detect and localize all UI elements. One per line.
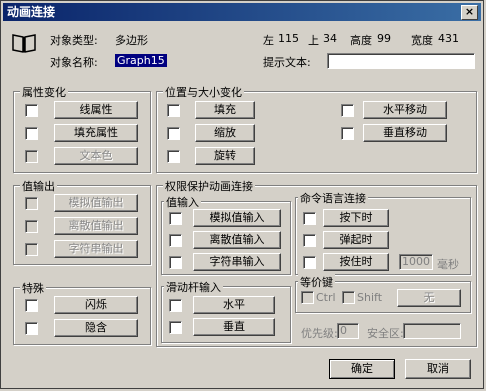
on-release-checkbox[interactable] (303, 234, 316, 247)
on-press-button[interactable]: 按下时 (323, 209, 389, 227)
top-label: 上 (308, 34, 319, 47)
width-label: 宽度 (411, 34, 433, 47)
slider-input-title: 滑动杆输入 (164, 279, 223, 295)
priority-input: 0 (337, 323, 359, 339)
while-pressed-checkbox[interactable] (303, 256, 316, 269)
interval-input: 1000 (399, 254, 433, 270)
window-title: 动画连接 (7, 5, 56, 19)
fill-checkbox[interactable] (167, 104, 180, 117)
priority-label: 优先级: (301, 327, 338, 340)
fill-property-button[interactable]: 填充属性 (54, 124, 138, 142)
ok-button[interactable]: 确定 (329, 359, 395, 379)
hotkey-select-button: 无 (397, 289, 461, 307)
vertical-slider-button[interactable]: 垂直 (193, 318, 275, 336)
fill-button[interactable]: 填充 (195, 101, 255, 119)
object-name-label: 对象名称: (50, 56, 98, 69)
blink-checkbox[interactable] (25, 299, 38, 312)
close-button[interactable]: × (461, 5, 478, 20)
analog-input-button[interactable]: 模拟值输入 (193, 209, 281, 227)
value-input-title: 值输入 (164, 194, 201, 210)
hotkey-title: 等价键 (298, 274, 335, 290)
hide-button[interactable]: 隐含 (54, 319, 138, 337)
string-input-checkbox[interactable] (169, 256, 182, 269)
on-release-button[interactable]: 弹起时 (323, 231, 389, 249)
blink-button[interactable]: 闪烁 (54, 296, 138, 314)
height-label: 高度 (350, 34, 372, 47)
hint-text-input[interactable] (327, 53, 475, 69)
ctrl-checkbox (301, 291, 314, 304)
text-color-checkbox (25, 150, 38, 163)
command-language-title: 命令语言连接 (298, 190, 368, 206)
discrete-output-button: 离散值输出 (54, 217, 138, 235)
hint-text-label: 提示文本: (263, 56, 311, 69)
on-press-checkbox[interactable] (303, 212, 316, 225)
text-color-button: 文本色 (54, 147, 138, 165)
discrete-input-button[interactable]: 离散值输入 (193, 231, 281, 249)
value-output-title: 值输出 (20, 178, 57, 194)
object-type-value: 多边形 (115, 34, 148, 47)
animation-link-dialog: 动画连接 × 对象类型: 多边形 对象名称: Graph15 左 115 上 3… (0, 0, 484, 389)
top-value: 34 (323, 32, 337, 45)
width-value: 431 (438, 32, 459, 45)
horizontal-slider-button[interactable]: 水平 (193, 296, 275, 314)
vertical-move-button[interactable]: 垂直移动 (363, 124, 447, 142)
permission-group-title: 权限保护动画连接 (163, 178, 255, 194)
vertical-move-checkbox[interactable] (341, 127, 354, 140)
discrete-output-checkbox (25, 220, 38, 233)
fill-property-checkbox[interactable] (25, 127, 38, 140)
property-change-title: 属性变化 (20, 84, 68, 100)
shift-label: Shift (357, 291, 383, 304)
analog-output-button: 模拟值输出 (54, 194, 138, 212)
hide-checkbox[interactable] (25, 322, 38, 335)
string-input-button[interactable]: 字符串输入 (193, 253, 281, 271)
scale-button[interactable]: 缩放 (195, 124, 255, 142)
vertical-slider-checkbox[interactable] (169, 321, 182, 334)
rotate-checkbox[interactable] (167, 150, 180, 163)
line-property-checkbox[interactable] (25, 104, 38, 117)
security-input (403, 323, 461, 339)
interval-unit-label: 毫秒 (437, 258, 459, 271)
scale-checkbox[interactable] (167, 127, 180, 140)
object-name-value: Graph15 (115, 54, 167, 67)
string-output-checkbox (25, 243, 38, 256)
shift-checkbox (342, 291, 355, 304)
ctrl-label: Ctrl (316, 291, 336, 304)
line-property-button[interactable]: 线属性 (54, 101, 138, 119)
title-bar: 动画连接 × (3, 3, 481, 21)
height-value: 99 (377, 32, 391, 45)
cancel-button[interactable]: 取消 (405, 359, 471, 379)
analog-output-checkbox (25, 197, 38, 210)
discrete-input-checkbox[interactable] (169, 234, 182, 247)
horizontal-move-button[interactable]: 水平移动 (363, 101, 447, 119)
horizontal-move-checkbox[interactable] (341, 104, 354, 117)
position-size-title: 位置与大小变化 (163, 84, 244, 100)
rotate-button[interactable]: 旋转 (195, 147, 255, 165)
left-value: 115 (278, 32, 299, 45)
horizontal-slider-checkbox[interactable] (169, 299, 182, 312)
string-output-button: 字符串输出 (54, 240, 138, 258)
object-type-label: 对象类型: (50, 34, 98, 47)
while-pressed-button[interactable]: 按住时 (323, 253, 389, 271)
analog-input-checkbox[interactable] (169, 212, 182, 225)
security-label: 安全区: (367, 327, 404, 340)
left-label: 左 (263, 34, 274, 47)
special-title: 特殊 (20, 280, 46, 296)
book-icon (12, 34, 36, 53)
